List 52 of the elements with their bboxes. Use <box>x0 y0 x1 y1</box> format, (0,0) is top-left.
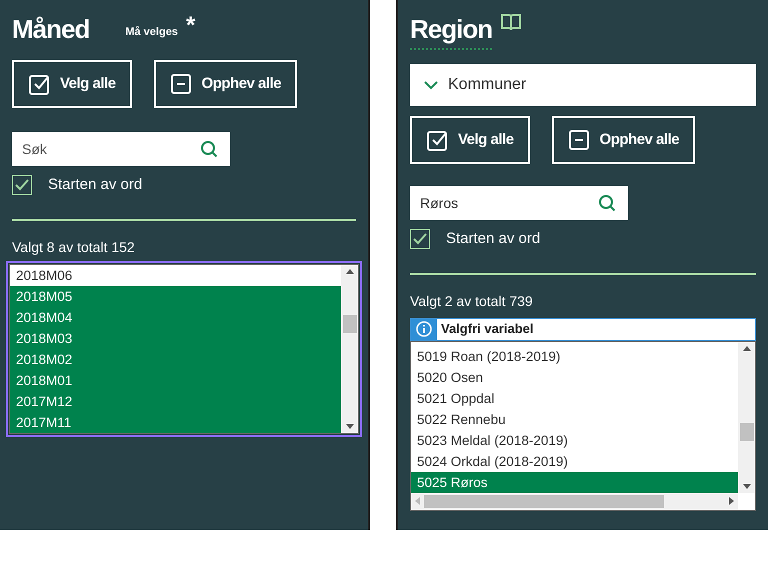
checkbox-label: Starten av ord <box>48 175 142 195</box>
scrollbar[interactable] <box>341 264 358 432</box>
list-item[interactable]: 2018M06 <box>10 264 341 286</box>
minus-box-icon <box>568 128 590 152</box>
scroll-down-icon[interactable] <box>742 484 750 488</box>
horizontal-scrollbar[interactable] <box>411 492 738 510</box>
section-title: Region <box>410 12 492 50</box>
checkbox-icon <box>28 72 50 96</box>
info-icon <box>416 321 432 337</box>
scrollbar-thumb[interactable] <box>740 423 754 441</box>
list-item[interactable]: 5019 Roan (2018-2019) <box>411 346 738 366</box>
list-item[interactable]: 5022 Rennebu <box>411 408 738 430</box>
select-button[interactable]: Opphev alle <box>552 116 696 164</box>
required-mark: * <box>186 16 196 36</box>
checkbox-icon <box>426 128 448 152</box>
list-item[interactable]: 5020 Osen <box>411 366 738 388</box>
chevron-down-icon <box>424 80 438 90</box>
list-item[interactable]: 2017M11 <box>10 412 341 432</box>
search-field[interactable]: Søk <box>12 132 230 166</box>
scrollbar-thumb[interactable] <box>342 314 356 332</box>
list-item[interactable]: 2018M04 <box>10 306 341 328</box>
checkbox[interactable] <box>410 229 430 250</box>
select-button[interactable]: Opphev alle <box>154 60 298 108</box>
dropdown[interactable]: Kommuner <box>410 64 756 106</box>
scroll-up-icon[interactable] <box>346 268 354 274</box>
checkbox-label: Starten av ord <box>446 229 540 249</box>
list-item[interactable]: 2018M05 <box>10 286 341 306</box>
required-note: Må velges <box>125 24 178 40</box>
scroll-up-icon[interactable] <box>742 346 750 350</box>
search-field[interactable]: Røros <box>410 186 628 220</box>
list-item[interactable]: 2017M12 <box>10 390 341 412</box>
search-icon[interactable] <box>598 194 616 212</box>
book-icon[interactable] <box>500 12 522 32</box>
scroll-right-icon[interactable] <box>729 497 734 505</box>
list-item[interactable]: 5024 Orkdal (2018-2019) <box>411 450 738 472</box>
selection-count: Valgt 8 av totalt 152 <box>12 238 136 257</box>
selection-count: Valgt 2 av totalt 739 <box>410 292 534 311</box>
scrollbar[interactable] <box>738 342 755 492</box>
search-icon[interactable] <box>200 140 218 158</box>
list-item[interactable]: 2018M03 <box>10 328 341 348</box>
info-banner-text: Valgfri variabel <box>440 320 534 338</box>
section-title: Måned <box>12 13 90 46</box>
list-item[interactable]: 5025 Røros <box>411 472 738 492</box>
select-button[interactable]: Velg alle <box>12 60 132 108</box>
list-item[interactable]: 2018M01 <box>10 370 341 390</box>
scroll-down-icon[interactable] <box>346 424 354 428</box>
minus-box-icon <box>170 72 192 96</box>
select-button[interactable]: Velg alle <box>410 116 530 164</box>
list-item[interactable]: 2018M02 <box>10 348 341 370</box>
list-item[interactable]: 5021 Oppdal <box>411 388 738 408</box>
checkbox[interactable] <box>12 175 32 196</box>
list-item[interactable]: 5023 Meldal (2018-2019) <box>411 430 738 450</box>
